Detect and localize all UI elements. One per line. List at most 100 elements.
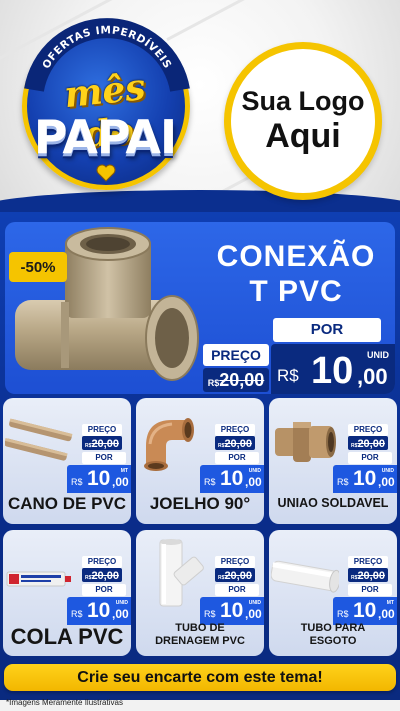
currency: R$ bbox=[337, 477, 349, 487]
old-price-value: 20,00 bbox=[91, 570, 119, 582]
hero-currency: R$ bbox=[277, 366, 299, 385]
hero-old-price: R$20,00 bbox=[203, 368, 269, 392]
preco-label: PREÇO bbox=[348, 424, 388, 436]
product-name-line2: ESGOTO bbox=[309, 634, 357, 647]
old-price-value: 20,00 bbox=[224, 570, 252, 582]
product-card-uniao-soldavel: PREÇO R$20,00 POR UNID R$ 10 ,00 UNIAO S… bbox=[269, 398, 397, 524]
disclaimer-text: *Imagens Meramente Ilustrativas bbox=[6, 698, 123, 707]
unit: MT bbox=[386, 600, 394, 606]
price-dec: ,00 bbox=[378, 475, 395, 489]
por-label: POR bbox=[82, 584, 126, 596]
price-int: 10 bbox=[353, 467, 377, 490]
product-name: JOELHO 90° bbox=[149, 494, 251, 513]
price-int: 10 bbox=[87, 599, 111, 622]
preco-label: PREÇO bbox=[215, 556, 255, 568]
preco-label: PREÇO bbox=[82, 424, 122, 436]
hero-price-int: 10 bbox=[311, 350, 354, 392]
old-price: R$20,00 bbox=[215, 568, 255, 582]
unit: UNID bbox=[248, 468, 261, 474]
hero-title-line1: CONEXÃO bbox=[216, 240, 376, 273]
old-price: R$20,00 bbox=[215, 436, 255, 450]
product-name-line1: TUBO DE bbox=[175, 622, 225, 634]
product-name: UNIAO SOLDAVEL bbox=[277, 496, 389, 510]
hero-title: CONEXÃO T PVC bbox=[201, 240, 391, 309]
store-logo-placeholder: Sua Logo Aqui bbox=[224, 42, 382, 200]
hero-preco-label: PREÇO bbox=[203, 344, 269, 366]
por-label: POR bbox=[215, 584, 259, 596]
unit: UNID bbox=[248, 600, 261, 606]
pvc-union-image bbox=[275, 422, 336, 462]
preco-label: PREÇO bbox=[348, 556, 388, 568]
product-name: COLA PVC bbox=[10, 624, 124, 649]
header: OFERTAS IMPERDÍVEIS mês do PAPAI Sua Log… bbox=[0, 0, 400, 212]
product-name: TUBO DE DRENAGEM PVC bbox=[136, 622, 264, 647]
hero-old-value: 20,00 bbox=[219, 370, 265, 390]
unit: MT bbox=[120, 468, 128, 474]
heart-icon bbox=[96, 164, 116, 182]
unit: UNID bbox=[381, 468, 394, 474]
old-price: R$20,00 bbox=[82, 568, 122, 582]
new-price: MT R$ 10 ,00 bbox=[67, 465, 131, 493]
hero-title-line2: T PVC bbox=[249, 274, 343, 308]
new-price: UNID R$ 10 ,00 bbox=[200, 597, 264, 625]
price-int: 10 bbox=[220, 467, 244, 490]
old-price-value: 20,00 bbox=[357, 570, 385, 582]
old-price-value: 20,00 bbox=[357, 438, 385, 450]
product-name-line2: DRENAGEM PVC bbox=[155, 634, 245, 647]
pvc-pipe-image bbox=[5, 418, 73, 461]
new-price: UNID R$ 10 ,00 bbox=[67, 597, 131, 625]
product-name: CANO DE PVC bbox=[7, 494, 127, 513]
por-label: POR bbox=[82, 452, 126, 464]
price-dec: ,00 bbox=[378, 607, 395, 621]
hero-price-dec: ,00 bbox=[357, 364, 388, 389]
preco-label: PREÇO bbox=[215, 424, 255, 436]
currency: R$ bbox=[337, 609, 349, 619]
price-dec: ,00 bbox=[112, 475, 129, 489]
product-card-cola-pvc: PREÇO R$20,00 POR UNID R$ 10 ,00 COLA PV… bbox=[3, 530, 131, 656]
discount-badge: -50% bbox=[9, 252, 67, 282]
currency: R$ bbox=[71, 477, 83, 487]
unit: UNID bbox=[115, 600, 128, 606]
price-dec: ,00 bbox=[245, 475, 262, 489]
price-int: 10 bbox=[353, 599, 377, 622]
new-price: MT R$ 10 ,00 bbox=[333, 597, 397, 625]
pvc-sewer-pipe-image bbox=[271, 560, 339, 593]
price-dec: ,00 bbox=[112, 607, 129, 621]
product-name: TUBO PARA ESGOTO bbox=[269, 622, 397, 647]
product-card-cano-pvc: PREÇO R$20,00 POR MT R$ 10 ,00 CANO DE P… bbox=[3, 398, 131, 524]
logo-line1: Sua Logo bbox=[241, 85, 365, 116]
currency: R$ bbox=[204, 609, 216, 619]
old-price: R$20,00 bbox=[82, 436, 122, 450]
pvc-elbow-image bbox=[144, 418, 194, 471]
currency: R$ bbox=[71, 609, 83, 619]
old-price-value: 20,00 bbox=[224, 438, 252, 450]
product-card-tubo-drenagem: PREÇO R$20,00 POR UNID R$ 10 ,00 TUBO DE… bbox=[136, 530, 264, 656]
product-card-joelho-90: PREÇO R$20,00 POR UNID R$ 10 ,00 JOELHO … bbox=[136, 398, 264, 524]
por-label: POR bbox=[348, 452, 392, 464]
product-name-line1: TUBO PARA bbox=[300, 622, 366, 634]
old-price: R$20,00 bbox=[348, 568, 388, 582]
currency: R$ bbox=[204, 477, 216, 487]
product-card-tubo-esgoto: PREÇO R$20,00 POR MT R$ 10 ,00 TUBO PARA… bbox=[269, 530, 397, 656]
old-price-value: 20,00 bbox=[91, 438, 119, 450]
old-price: R$20,00 bbox=[348, 436, 388, 450]
price-int: 10 bbox=[220, 599, 244, 622]
badge-line2: PAPAI bbox=[33, 110, 177, 164]
hero-new-price: UNID R$ 10 ,00 bbox=[271, 344, 395, 394]
pvc-glue-tube-image bbox=[6, 571, 71, 587]
por-label: POR bbox=[215, 452, 259, 464]
por-label: POR bbox=[348, 584, 392, 596]
new-price: UNID R$ 10 ,00 bbox=[333, 465, 397, 493]
new-price: UNID R$ 10 ,00 bbox=[200, 465, 264, 493]
pvc-drain-tee-image bbox=[159, 539, 204, 607]
mes-do-papai-badge: OFERTAS IMPERDÍVEIS mês do PAPAI bbox=[12, 18, 197, 198]
hero-old-currency: R$ bbox=[207, 378, 220, 388]
hero-unit: UNID bbox=[367, 350, 389, 360]
logo-line2: Aqui bbox=[265, 116, 341, 155]
price-int: 10 bbox=[87, 467, 111, 490]
hero-por-label: POR bbox=[273, 318, 381, 342]
preco-label: PREÇO bbox=[82, 556, 122, 568]
price-dec: ,00 bbox=[245, 607, 262, 621]
create-flyer-button[interactable]: Crie seu encarte com este tema! bbox=[4, 664, 396, 691]
hero-offer-card: -50% CONEXÃO T PVC POR PREÇO R$20,00 UNI… bbox=[5, 222, 395, 394]
